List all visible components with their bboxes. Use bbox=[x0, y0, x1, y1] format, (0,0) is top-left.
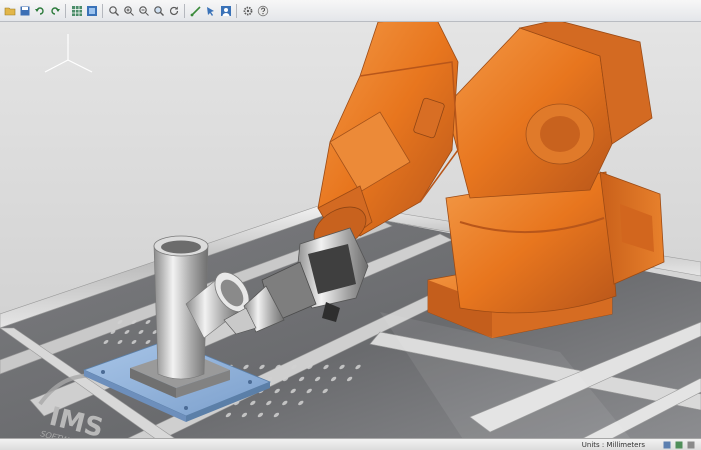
redo-icon[interactable] bbox=[48, 3, 61, 18]
settings-icon[interactable] bbox=[241, 3, 254, 18]
grid-icon[interactable] bbox=[70, 3, 83, 18]
robot-cell-scene[interactable]: IMS SOFTWARE bbox=[0, 22, 701, 450]
lock-icon[interactable] bbox=[687, 441, 695, 449]
3d-viewport[interactable]: IMS SOFTWARE bbox=[0, 22, 701, 450]
units-label: Units : Millimeters bbox=[581, 440, 645, 449]
help-icon[interactable] bbox=[256, 3, 269, 18]
select-icon[interactable] bbox=[204, 3, 217, 18]
zoom-in-icon[interactable] bbox=[122, 3, 135, 18]
measure-icon[interactable] bbox=[189, 3, 202, 18]
layers-icon[interactable] bbox=[85, 3, 98, 18]
zoom-out-icon[interactable] bbox=[137, 3, 150, 18]
zoom-icon[interactable] bbox=[107, 3, 120, 18]
toolbar-separator bbox=[65, 3, 66, 18]
toolbar-separator bbox=[236, 3, 237, 18]
status-bar: Units : Millimeters bbox=[0, 438, 701, 450]
main-toolbar bbox=[0, 0, 701, 22]
rotate-icon[interactable] bbox=[167, 3, 180, 18]
save-icon[interactable] bbox=[18, 3, 31, 18]
snap-icon[interactable] bbox=[675, 441, 683, 449]
toolbar-separator bbox=[102, 3, 103, 18]
toolbar-separator bbox=[184, 3, 185, 18]
zoom-fit-icon[interactable] bbox=[152, 3, 165, 18]
open-folder-icon[interactable] bbox=[3, 3, 16, 18]
user-icon[interactable] bbox=[219, 3, 232, 18]
view-mode-icon[interactable] bbox=[663, 441, 671, 449]
undo-icon[interactable] bbox=[33, 3, 46, 18]
